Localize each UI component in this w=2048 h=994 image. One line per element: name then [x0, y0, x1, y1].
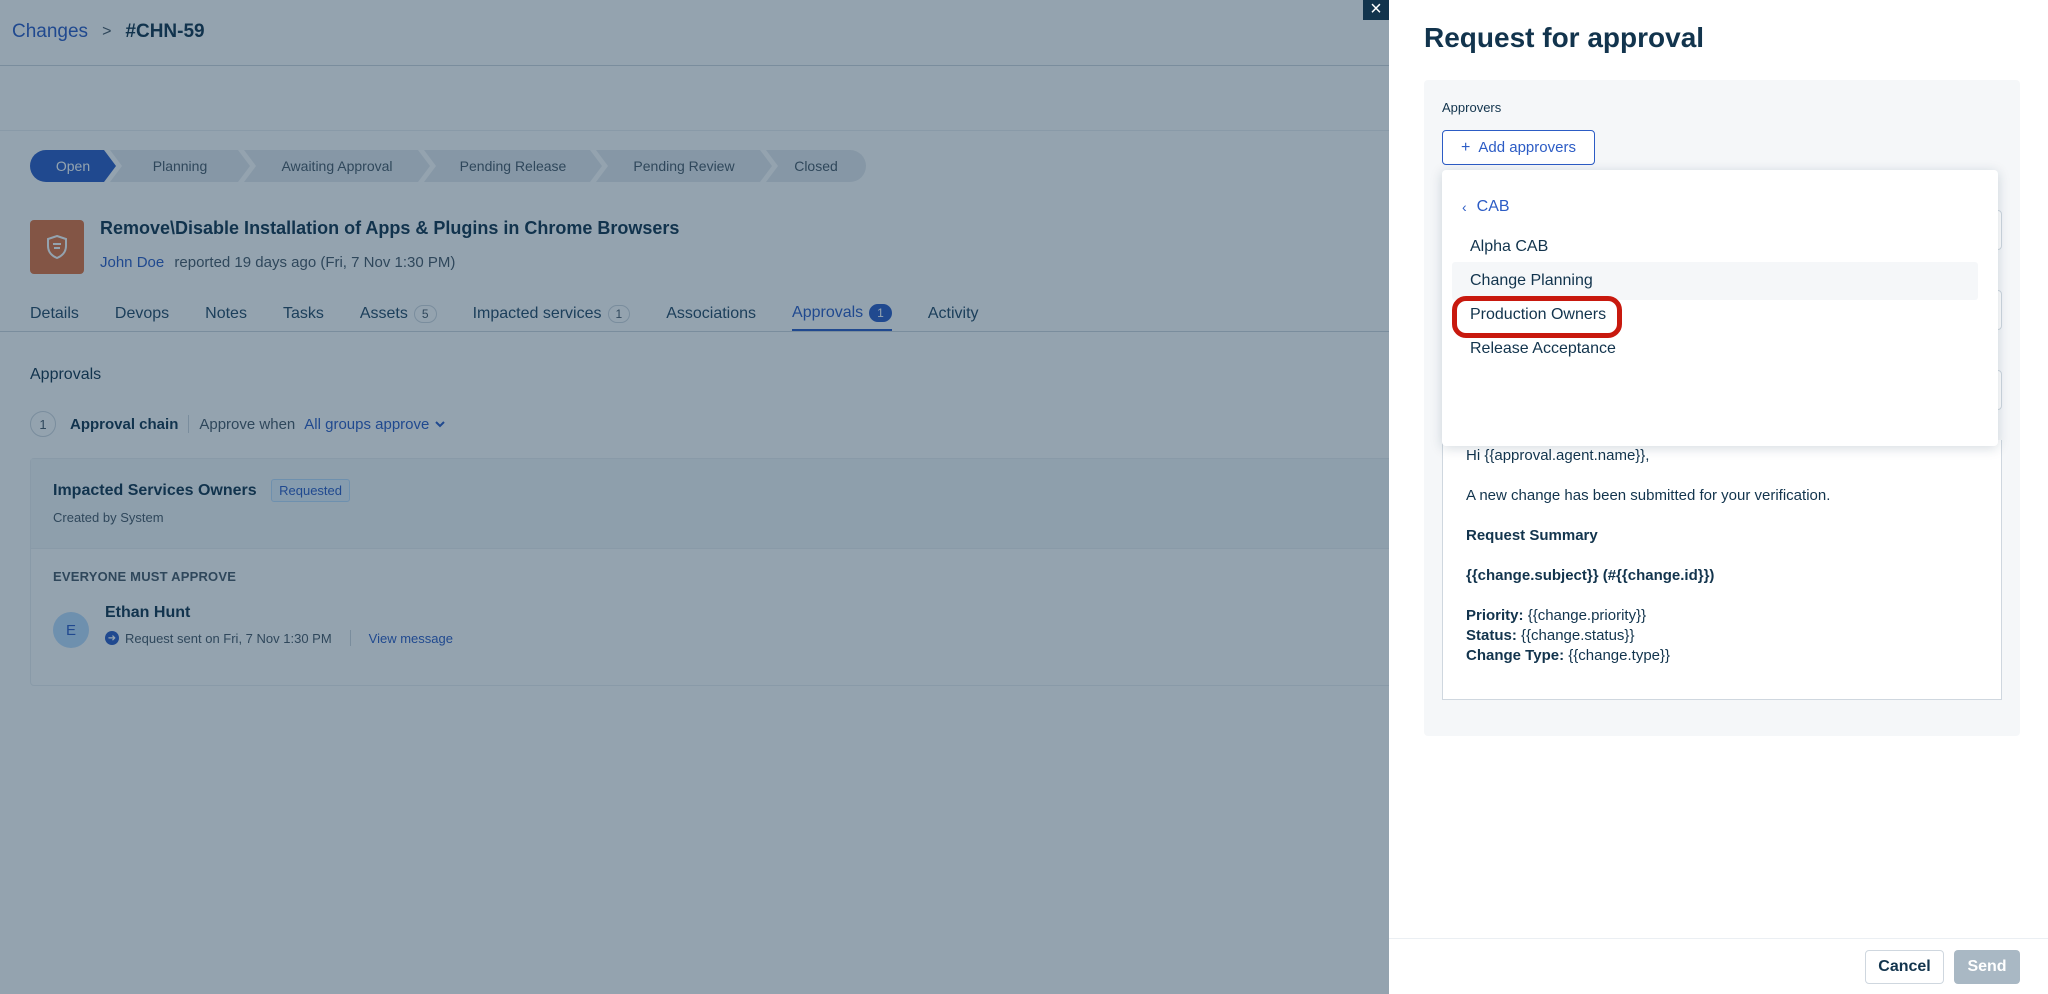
dropdown-item-production-owners[interactable]: Production Owners [1452, 296, 1978, 334]
panel-footer: Cancel Send [1389, 938, 2048, 994]
panel-title: Request for approval [1424, 22, 1705, 53]
message-priority: Priority: {{change.priority}} [1466, 606, 1978, 626]
request-approval-panel: Request for approval Approvers + Add app… [1389, 0, 2048, 994]
add-approvers-button[interactable]: + Add approvers [1442, 130, 1595, 165]
message-status: Status: {{change.status}} [1466, 626, 1978, 646]
chevron-left-icon: ‹ [1462, 199, 1467, 215]
status-label: Status: [1466, 627, 1517, 644]
dropdown-back-button[interactable]: ‹ CAB [1462, 198, 1510, 216]
dropdown-item-change-planning[interactable]: Change Planning [1452, 262, 1978, 300]
message-editor[interactable]: Hi {{approval.agent.name}}, A new change… [1442, 440, 2002, 700]
plus-icon: + [1461, 138, 1471, 156]
approvers-label: Approvers [1442, 100, 1502, 115]
message-type: Change Type: {{change.type}} [1466, 646, 1978, 666]
dropdown-item-alpha-cab[interactable]: Alpha CAB [1452, 228, 1978, 266]
message-summary-heading: Request Summary [1466, 527, 1598, 544]
type-value: {{change.type}} [1568, 647, 1671, 664]
dropdown-item-release-acceptance[interactable]: Release Acceptance [1452, 330, 1978, 368]
status-value: {{change.status}} [1521, 627, 1635, 644]
approver-group-dropdown: ‹ CAB Alpha CAB Change Planning Producti… [1442, 170, 1998, 446]
type-label: Change Type: [1466, 647, 1565, 664]
dropdown-back-label: CAB [1476, 198, 1510, 215]
cancel-button[interactable]: Cancel [1865, 950, 1944, 984]
priority-label: Priority: [1466, 607, 1524, 624]
message-subject-line: {{change.subject}} (#{{change.id}}) [1466, 567, 1715, 584]
priority-value: {{change.priority}} [1527, 607, 1647, 624]
close-icon[interactable]: × [1363, 0, 1389, 20]
message-greeting: Hi {{approval.agent.name}}, [1466, 447, 1650, 464]
modal-backdrop[interactable] [0, 0, 1389, 994]
message-line: A new change has been submitted for your… [1466, 487, 1831, 504]
send-button[interactable]: Send [1954, 950, 2020, 984]
add-approvers-label: Add approvers [1478, 139, 1576, 156]
